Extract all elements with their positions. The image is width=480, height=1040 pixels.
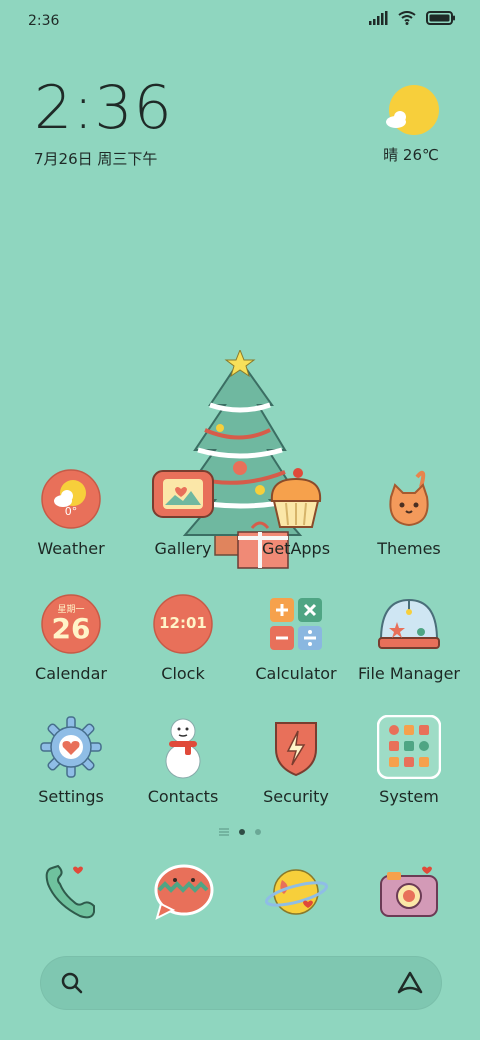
app-settings[interactable]: Settings: [15, 715, 127, 806]
app-label: Calendar: [35, 664, 107, 683]
weather-app-temp: 0°: [64, 505, 78, 518]
wifi-icon: [398, 11, 416, 25]
gear-icon: [39, 715, 103, 779]
app-label: Security: [263, 787, 329, 806]
signal-icon: [369, 11, 388, 25]
snowman-icon: [151, 715, 215, 779]
status-bar: 2:36: [0, 0, 480, 40]
dock-browser[interactable]: [264, 860, 329, 924]
app-gallery[interactable]: Gallery: [127, 467, 239, 558]
menu-lines-icon: [219, 828, 229, 836]
status-time: 2:36: [28, 13, 60, 29]
clock-app-icon: 12:01: [151, 592, 215, 656]
clock-widget[interactable]: 2:36 7月26日 周三下午: [34, 78, 173, 169]
app-label: Clock: [161, 664, 205, 683]
weather-widget-label: 晴 26℃: [383, 146, 439, 164]
snow-globe-icon: [377, 592, 441, 656]
app-clock[interactable]: 12:01 Clock: [127, 592, 239, 683]
app-getapps[interactable]: GetApps: [240, 467, 352, 558]
cat-icon: [377, 467, 441, 531]
dock-camera[interactable]: [377, 860, 441, 924]
app-label: System: [379, 787, 439, 806]
folder-icon: [376, 714, 442, 780]
clock-app-time: 12:01: [159, 614, 207, 632]
app-label: Calculator: [255, 664, 337, 683]
app-label: File Manager: [358, 664, 460, 683]
app-calendar[interactable]: 星期一 26 Calendar: [15, 592, 127, 683]
app-system[interactable]: System: [353, 714, 465, 806]
sun-cloud-icon: [386, 85, 439, 135]
clock-widget-time: 2:36: [34, 73, 173, 143]
camera-icon: [380, 866, 438, 917]
weather-widget[interactable]: 晴 26℃: [376, 84, 446, 165]
gallery-app-icon: [151, 467, 215, 531]
status-icons: [368, 11, 456, 25]
shield-icon: [264, 715, 328, 779]
phone-icon: [45, 864, 95, 919]
app-file-manager[interactable]: File Manager: [353, 592, 465, 683]
app-weather[interactable]: 0° Weather: [15, 467, 127, 558]
page-dot-active: [239, 829, 245, 835]
clock-widget-date: 7月26日 周三下午: [34, 150, 158, 168]
calendar-app-icon: 星期一 26: [39, 592, 103, 656]
app-label: Gallery: [154, 539, 212, 558]
app-label: Themes: [377, 539, 441, 558]
planet-icon: [265, 869, 329, 915]
app-label: GetApps: [261, 539, 331, 558]
app-themes[interactable]: Themes: [353, 467, 465, 558]
search-bar[interactable]: [40, 956, 442, 1010]
search-icon: [61, 972, 83, 994]
app-label: Weather: [37, 539, 105, 558]
app-label: Contacts: [147, 787, 219, 806]
dock-messages[interactable]: [151, 860, 215, 924]
dock-phone[interactable]: [38, 860, 102, 924]
calendar-day: 26: [51, 612, 91, 645]
app-security[interactable]: Security: [240, 715, 352, 806]
app-label: Settings: [38, 787, 104, 806]
chat-bubble-icon: [154, 864, 214, 920]
assistant-icon[interactable]: [396, 970, 424, 996]
battery-icon: [426, 11, 455, 25]
calculator-icon: [264, 592, 328, 656]
app-calculator[interactable]: Calculator: [240, 592, 352, 683]
page-indicator[interactable]: [0, 828, 480, 836]
page-dot: [255, 829, 261, 835]
cupcake-icon: [264, 467, 328, 531]
weather-app-icon: 0°: [39, 467, 103, 531]
app-contacts[interactable]: Contacts: [127, 715, 239, 806]
